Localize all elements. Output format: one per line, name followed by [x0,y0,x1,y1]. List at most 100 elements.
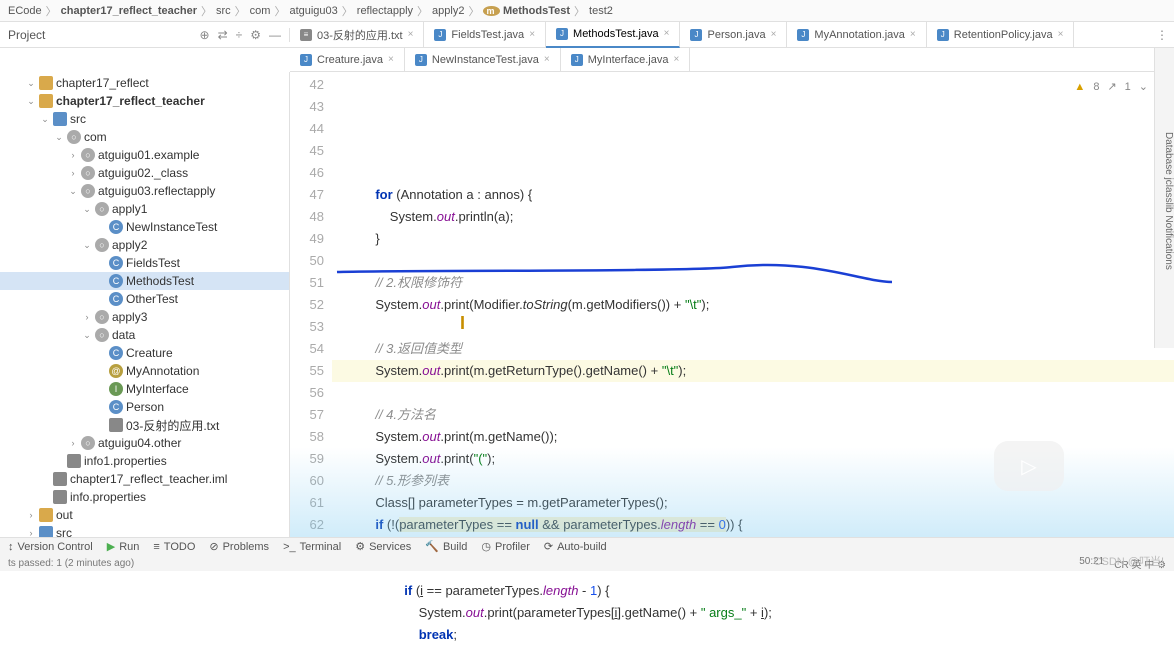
code-line[interactable]: // 3.返回值类型 [332,338,1174,360]
tree-node[interactable]: CMethodsTest [0,272,289,290]
breadcrumb-item[interactable]: src [216,5,231,17]
code-line[interactable] [332,382,1174,404]
bottom-tool-windows: ↕Version Control ▶Run ≡TODO ⊘Problems >_Term… [0,537,1174,555]
code-line[interactable]: System.out.print(parameterTypes[i].getNa… [332,602,1174,624]
watermark: CSDN @叮当! [1094,553,1164,569]
breadcrumb-item[interactable]: test2 [589,5,613,17]
chevron-down-icon[interactable]: ⌄ [1139,76,1148,98]
project-tool-label[interactable]: Project ⊕ ⇄ ÷ ⚙ — [0,28,290,42]
tree-node[interactable]: CFieldsTest [0,254,289,272]
close-icon[interactable]: × [529,29,535,40]
breadcrumb: ECode〉chapter17_reflect_teacher〉src〉com〉… [0,0,1174,22]
tool-window-button[interactable]: >_Terminal [283,541,341,553]
code-line[interactable]: // 4.方法名 [332,404,1174,426]
editor-tab[interactable]: JMyInterface.java× [561,48,691,71]
project-tree[interactable]: ⌄chapter17_reflect⌄chapter17_reflect_tea… [0,72,290,537]
tree-node[interactable]: CPerson [0,398,289,416]
tree-node[interactable]: ⌄○data [0,326,289,344]
close-icon[interactable]: × [388,54,394,65]
editor-tab[interactable]: JPerson.java× [680,22,787,48]
code-line[interactable]: if (!(parameterTypes == null && paramete… [332,514,1174,536]
inspection-indicators[interactable]: ▲8 ↗1 ⌄ [1074,76,1148,98]
close-icon[interactable]: × [771,29,777,40]
tree-node[interactable]: CNewInstanceTest [0,218,289,236]
tabs-more-icon[interactable]: ⋮ [1150,28,1174,42]
breadcrumb-item[interactable]: chapter17_reflect_teacher [61,5,197,17]
breadcrumb-item[interactable]: com [250,5,271,17]
tree-node[interactable]: ⌄chapter17_reflect [0,74,289,92]
tree-node[interactable]: ›○apply3 [0,308,289,326]
code-line[interactable]: System.out.print(Modifier.toString(m.get… [332,294,1174,316]
tool-window-button[interactable]: ◷Profiler [481,540,529,553]
editor-tab[interactable]: JCreature.java× [290,48,405,71]
breadcrumb-item[interactable]: apply2 [432,5,464,17]
line-gutter: 4243444546474849505152535455565758596061… [290,72,332,537]
editor-tab[interactable]: JMyAnnotation.java× [787,22,926,48]
tree-node[interactable]: ›○atguigu01.example [0,146,289,164]
tree-node[interactable]: ⌄chapter17_reflect_teacher [0,92,289,110]
tool-window-button[interactable]: ⟳Auto-build [544,540,607,553]
tree-node[interactable]: info.properties [0,488,289,506]
expand-icon[interactable]: ⇄ [218,28,228,42]
breadcrumb-item[interactable]: ECode [8,5,42,17]
close-icon[interactable]: × [910,29,916,40]
editor-tab[interactable]: JMethodsTest.java× [546,22,680,48]
status-bar: ts passed: 1 (2 minutes ago) 50:21 CR 英 … [0,555,1174,571]
tree-node[interactable]: ⌄src [0,110,289,128]
tree-node[interactable]: chapter17_reflect_teacher.iml [0,470,289,488]
code-line[interactable]: if (i == parameterTypes.length - 1) { [332,580,1174,602]
tree-node[interactable]: @MyAnnotation [0,362,289,380]
code-line[interactable]: Class[] parameterTypes = m.getParameterT… [332,492,1174,514]
breadcrumb-item[interactable]: atguigu03 [289,5,337,17]
code-line[interactable]: // 2.权限修饰符 [332,272,1174,294]
tree-node[interactable]: ⌄○atguigu03.reflectapply [0,182,289,200]
code-line[interactable]: for (Annotation a : annos) { [332,184,1174,206]
code-line[interactable]: } [332,228,1174,250]
close-icon[interactable]: × [673,54,679,65]
tree-node[interactable]: ›src [0,524,289,537]
target-icon[interactable]: ⊕ [200,28,210,42]
tree-node[interactable]: ⌄○com [0,128,289,146]
close-icon[interactable]: × [664,28,670,39]
tool-window-button[interactable]: ⊘Problems [209,540,269,553]
close-icon[interactable]: × [544,54,550,65]
play-button-overlay[interactable]: ▷ [994,441,1064,491]
editor-tab[interactable]: ≡03-反射的应用.txt× [290,22,424,48]
tree-node[interactable]: ›○atguigu02._class [0,164,289,182]
tool-window-button[interactable]: ↕Version Control [8,541,93,553]
code-line[interactable]: System.out.println(a); [332,206,1174,228]
hide-icon[interactable]: — [269,28,281,42]
tool-window-button[interactable]: ▶Run [107,540,140,553]
code-line[interactable]: break; [332,624,1174,646]
collapse-icon[interactable]: ÷ [236,28,243,42]
tool-window-button[interactable]: 🔨Build [425,540,467,553]
tree-node[interactable]: ›out [0,506,289,524]
breadcrumb-item[interactable]: reflectapply [357,5,413,17]
tree-node[interactable]: IMyInterface [0,380,289,398]
tool-window-button[interactable]: ≡TODO [153,541,195,553]
code-line[interactable] [332,250,1174,272]
warning-count: 8 [1093,76,1099,98]
tree-node[interactable]: 03-反射的应用.txt [0,416,289,434]
editor-tabs-row1: ≡03-反射的应用.txt×JFieldsTest.java×JMethodsT… [290,22,1150,48]
right-tool-strip[interactable]: Database jclasslib Notifications [1154,48,1174,348]
tool-window-button[interactable]: ⚙Services [355,540,411,553]
code-line[interactable]: System.out.print(m.getReturnType().getNa… [332,360,1174,382]
tree-node[interactable]: CCreature [0,344,289,362]
run-icon: ▶ [107,540,115,553]
tree-node[interactable]: ›○atguigu04.other [0,434,289,452]
auto-build-icon: ⟳ [544,540,553,553]
gear-icon[interactable]: ⚙ [250,28,261,42]
code-line[interactable] [332,316,1174,338]
breadcrumb-item[interactable]: m MethodsTest [483,5,570,17]
close-icon[interactable]: × [1058,29,1064,40]
editor-tab[interactable]: JFieldsTest.java× [424,22,546,48]
up-icon: ↗ [1107,76,1116,98]
tree-node[interactable]: COtherTest [0,290,289,308]
tree-node[interactable]: info1.properties [0,452,289,470]
editor-tab[interactable]: JNewInstanceTest.java× [405,48,561,71]
tree-node[interactable]: ⌄○apply2 [0,236,289,254]
editor-tab[interactable]: JRetentionPolicy.java× [927,22,1075,48]
tree-node[interactable]: ⌄○apply1 [0,200,289,218]
close-icon[interactable]: × [408,29,414,40]
